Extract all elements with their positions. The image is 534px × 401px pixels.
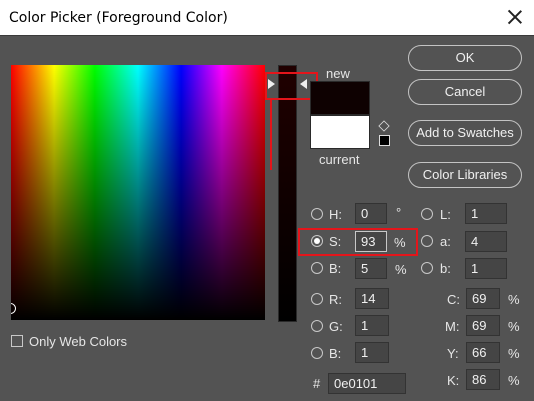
label-h: H:: [329, 207, 342, 222]
label-c: C:: [447, 292, 460, 307]
radio-lab-b[interactable]: [421, 262, 433, 274]
input-b[interactable]: 5: [355, 258, 387, 279]
brightness-gradient: [11, 65, 265, 320]
label-a: a:: [440, 234, 451, 249]
input-h[interactable]: 0: [355, 203, 387, 224]
label-y: Y:: [447, 346, 459, 361]
input-rgb-b[interactable]: 1: [355, 342, 389, 363]
annotation-line: [270, 100, 272, 170]
color-libraries-button[interactable]: Color Libraries: [408, 162, 522, 188]
unit-h: °: [396, 205, 402, 220]
input-lab-b[interactable]: 1: [465, 258, 507, 279]
label-s: S:: [329, 234, 342, 249]
color-field[interactable]: [11, 65, 265, 320]
new-label: new: [326, 66, 350, 81]
input-g[interactable]: 1: [355, 315, 389, 336]
current-label: current: [319, 152, 360, 167]
label-r: R:: [329, 292, 342, 307]
input-hex[interactable]: 0e0101: [328, 373, 406, 394]
cancel-button[interactable]: Cancel: [408, 79, 522, 105]
radio-a[interactable]: [421, 235, 433, 247]
label-m: M:: [445, 319, 460, 334]
radio-rgb-b[interactable]: [311, 347, 323, 359]
unit-k: %: [508, 373, 520, 388]
radio-h[interactable]: [311, 208, 323, 220]
unit-m: %: [508, 319, 520, 334]
label-b: B:: [329, 261, 342, 276]
input-a[interactable]: 4: [465, 231, 507, 252]
unit-c: %: [508, 292, 520, 307]
label-k: K:: [447, 373, 460, 388]
ok-button[interactable]: OK: [408, 45, 522, 71]
radio-g[interactable]: [311, 320, 323, 332]
input-r[interactable]: 14: [355, 288, 389, 309]
unit-s: %: [394, 235, 406, 250]
radio-l[interactable]: [421, 208, 433, 220]
saturation-slider[interactable]: [278, 65, 297, 322]
label-hex: #: [313, 376, 321, 391]
unit-b: %: [395, 262, 407, 277]
current-color-swatch[interactable]: [310, 115, 370, 149]
close-icon[interactable]: [506, 8, 524, 26]
unit-y: %: [508, 346, 520, 361]
radio-r[interactable]: [311, 293, 323, 305]
title-bar: Color Picker (Foreground Color): [0, 0, 534, 36]
radio-b[interactable]: [311, 262, 323, 274]
input-s[interactable]: 93: [355, 231, 387, 252]
label-rgb-b: B:: [329, 346, 342, 361]
input-c[interactable]: 69: [466, 288, 500, 309]
input-y[interactable]: 66: [466, 342, 500, 363]
web-safe-swatch-icon[interactable]: [379, 135, 390, 146]
new-color-swatch: [310, 81, 370, 115]
dialog-title: Color Picker (Foreground Color): [9, 10, 228, 26]
out-of-gamut-cube-icon[interactable]: [378, 120, 390, 132]
only-web-colors-checkbox[interactable]: [11, 335, 23, 347]
radio-s[interactable]: [311, 235, 323, 247]
add-to-swatches-button[interactable]: Add to Swatches: [408, 120, 522, 146]
input-l[interactable]: 1: [465, 203, 507, 224]
label-l: L:: [440, 207, 451, 222]
input-k[interactable]: 86: [466, 369, 500, 390]
label-lab-b: b:: [440, 261, 451, 276]
only-web-colors-label: Only Web Colors: [29, 334, 128, 349]
label-g: G:: [329, 319, 343, 334]
input-m[interactable]: 69: [466, 315, 500, 336]
